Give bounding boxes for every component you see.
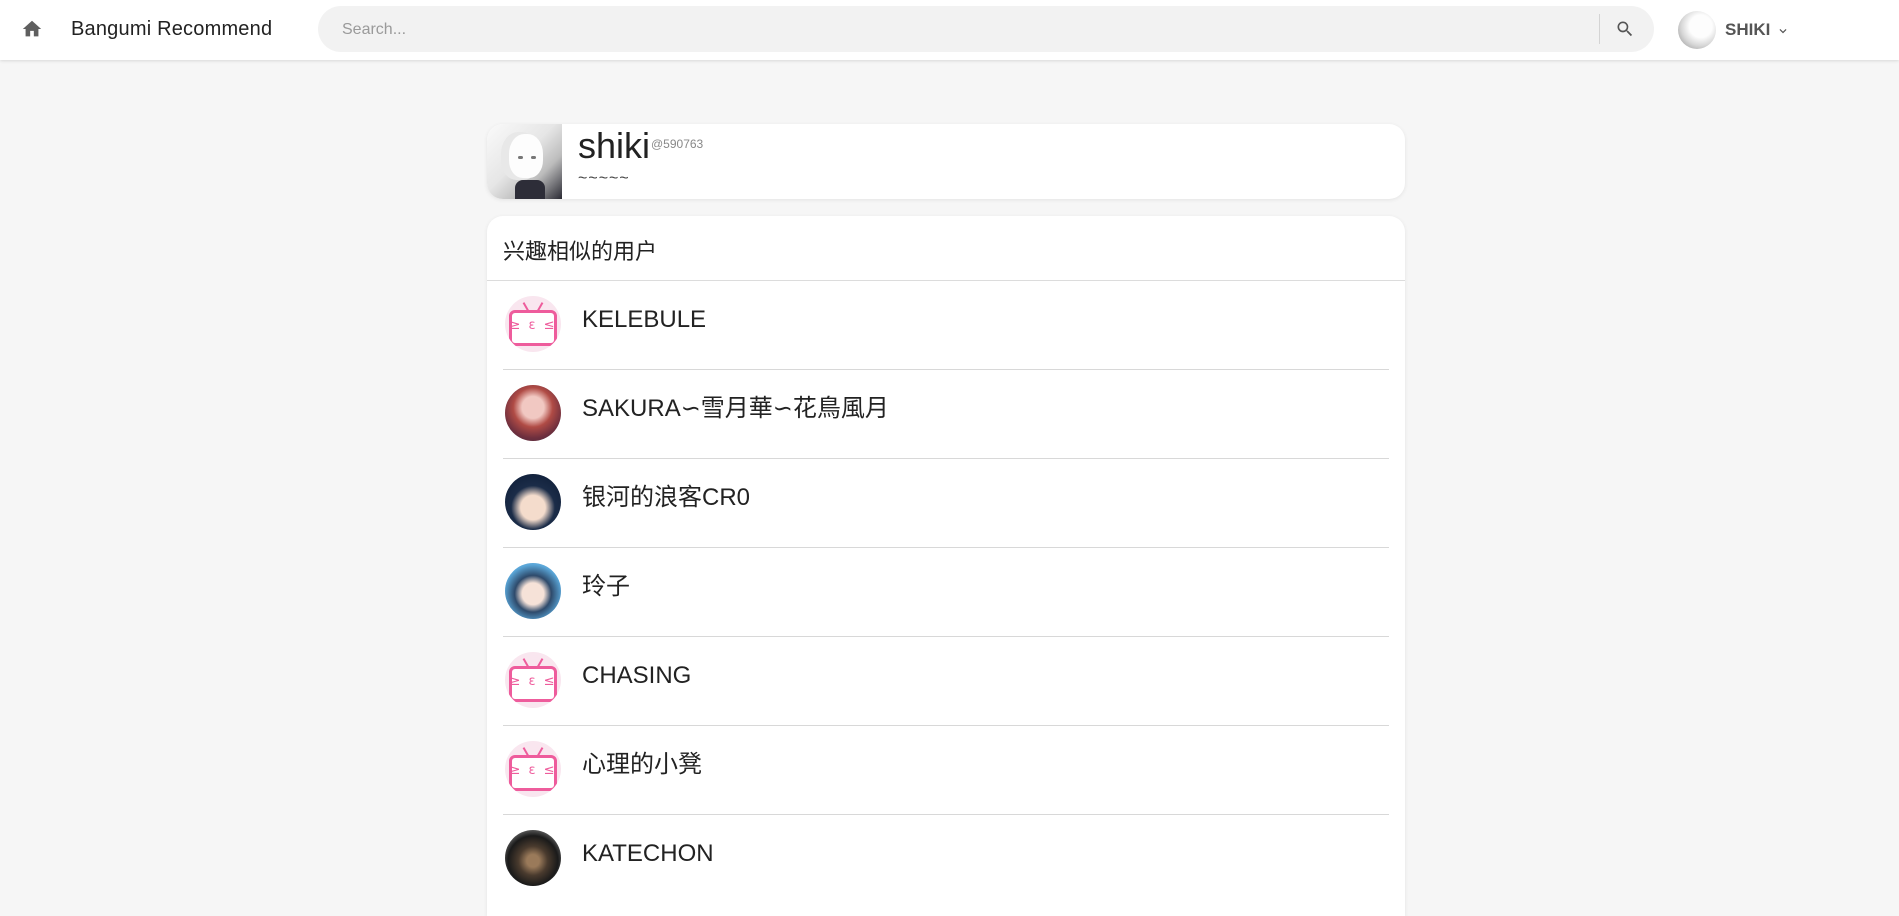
list-item[interactable]: KATECHON (503, 815, 1389, 903)
profile-name: shiki (578, 125, 651, 166)
list-item[interactable]: 玲子 (503, 548, 1389, 637)
user-name: KATECHON (582, 840, 714, 867)
list-item[interactable]: ≥ ε ≤ CHASING (503, 637, 1389, 726)
list-item[interactable]: ≥ ε ≤ KELEBULE (503, 281, 1389, 370)
profile-avatar (487, 124, 562, 199)
user-name: CHASING (582, 662, 692, 689)
avatar (505, 830, 561, 886)
search-button[interactable] (1611, 15, 1639, 43)
user-name: KELEBULE (582, 306, 707, 333)
user-name: 银河的浪客CR0 (582, 484, 751, 511)
profile-signature: ~~~~~ (578, 170, 630, 187)
list-item[interactable]: 银河的浪客CR0 (503, 459, 1389, 548)
profile-uid: @590763 (651, 137, 704, 151)
search-divider (1599, 14, 1600, 44)
profile-card: shiki @590763 ~~~~~ (487, 124, 1405, 199)
user-name: SAKURA∽雪月華∽花鳥風月 (582, 395, 889, 422)
avatar (505, 563, 561, 619)
avatar: ≥ ε ≤ (505, 652, 561, 708)
search-bar (318, 6, 1654, 54)
top-app-bar: Bangumi Recommend SHIKI (0, 0, 1899, 60)
avatar (505, 385, 561, 441)
user-name: SHIKI (1725, 20, 1771, 39)
user-list: ≥ ε ≤ KELEBULE SAKURA∽雪月華∽花鳥風月 银河的浪客CR0 … (503, 281, 1389, 903)
user-menu[interactable]: SHIKI (1678, 10, 1790, 50)
user-name: 心理的小凳 (582, 751, 702, 778)
list-item[interactable]: SAKURA∽雪月華∽花鳥風月 (503, 370, 1389, 459)
chevron-down-icon (1779, 29, 1787, 34)
similar-users-card: 兴趣相似的用户 ≥ ε ≤ KELEBULE SAKURA∽雪月華∽花鳥風月 银… (487, 216, 1405, 916)
home-icon (22, 20, 42, 37)
search-input[interactable] (340, 6, 1594, 54)
app-title[interactable]: Bangumi Recommend (71, 16, 272, 42)
list-item[interactable]: ≥ ε ≤ 心理的小凳 (503, 726, 1389, 815)
user-name: 玲子 (582, 573, 630, 600)
avatar (505, 474, 561, 530)
avatar (1678, 11, 1716, 49)
card-title: 兴趣相似的用户 (503, 239, 658, 264)
search-icon (1617, 21, 1633, 37)
home-button[interactable] (17, 14, 47, 44)
avatar: ≥ ε ≤ (505, 741, 561, 797)
avatar: ≥ ε ≤ (505, 296, 561, 352)
